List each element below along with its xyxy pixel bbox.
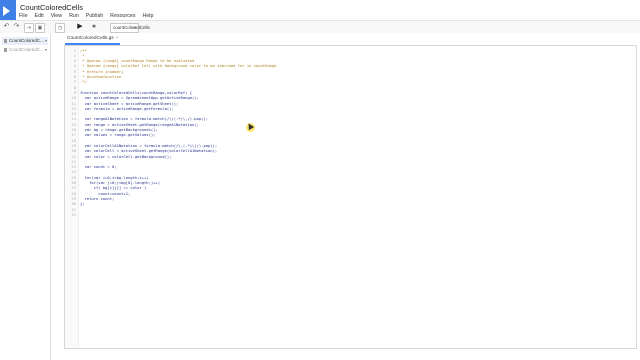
line-number: 30 bbox=[71, 201, 76, 207]
line-number: 7 bbox=[73, 79, 76, 85]
line-number: 31 bbox=[71, 206, 76, 212]
lightbulb-icon[interactable]: ♀ bbox=[143, 23, 150, 31]
menu-publish[interactable]: Publish bbox=[86, 13, 103, 19]
line-number: 14 bbox=[71, 116, 76, 122]
code-line: var rangeA1Notation = formula.match(/\((… bbox=[80, 116, 209, 122]
line-number: 28 bbox=[71, 190, 76, 196]
line-number: 20 bbox=[71, 148, 76, 154]
code-line: * @customfunction bbox=[80, 74, 122, 79]
chevron-down-icon[interactable]: ▾ bbox=[45, 46, 47, 54]
code-line: var formula = activeRange.getFormula(); bbox=[80, 105, 174, 111]
code-line: return count; bbox=[80, 195, 115, 201]
debug-icon[interactable]: ✱ bbox=[90, 23, 98, 31]
menu-file[interactable]: File bbox=[19, 13, 28, 19]
code-editor: CountColoredCells.gs × 1 2 3 4 5 6 7 8 9 10 11 12 13 1… bbox=[51, 33, 640, 360]
line-number: 6 bbox=[73, 74, 76, 79]
menu-edit[interactable]: Edit bbox=[35, 13, 44, 19]
menu-bar: File Edit View Run Publish Resources Hel… bbox=[19, 13, 153, 19]
line-number: 18 bbox=[71, 137, 76, 143]
line-number: 17 bbox=[71, 132, 76, 138]
line-number: 24 bbox=[71, 169, 76, 175]
code-line: function countColoredCells(countRange,co… bbox=[80, 89, 193, 95]
code-line: * @return {number} bbox=[80, 68, 124, 74]
line-number: 1 bbox=[73, 47, 76, 53]
line-number: 11 bbox=[71, 100, 76, 106]
menu-resources[interactable]: Resources bbox=[110, 13, 135, 19]
tab-countcoloredcells-gs[interactable]: CountColoredCells.gs × bbox=[65, 35, 121, 45]
sidebar-file-item[interactable]: CountColoredC... ▾ bbox=[2, 37, 48, 45]
line-number: 22 bbox=[71, 158, 76, 164]
function-select[interactable]: countColoredCells bbox=[110, 22, 150, 33]
line-number: 16 bbox=[71, 127, 76, 132]
triggers-icon[interactable]: ◷ bbox=[55, 23, 65, 33]
file-icon bbox=[4, 38, 7, 43]
indent-icon[interactable]: ⇥ bbox=[24, 23, 34, 33]
close-icon[interactable]: × bbox=[116, 36, 119, 41]
sidebar-file-item[interactable]: CountColoredC... ▾ bbox=[2, 46, 48, 54]
line-number: 27 bbox=[71, 185, 76, 191]
line-number: 19 bbox=[71, 142, 76, 148]
file-name: CountColoredC... bbox=[9, 38, 44, 43]
code-line: * @param {range} countRange Range to be … bbox=[80, 58, 195, 64]
code-line: var color = colorCell.getBackground(); bbox=[80, 153, 172, 159]
code-line: * @param {range} colorRef Cell with back… bbox=[80, 63, 277, 69]
line-number: 13 bbox=[71, 111, 76, 117]
line-number: 26 bbox=[71, 180, 76, 185]
line-number: 2 bbox=[73, 52, 76, 58]
line-number: 3 bbox=[73, 58, 76, 64]
line-number: 10 bbox=[71, 95, 76, 101]
line-number: 4 bbox=[73, 63, 76, 69]
code-line: var colorCell = activeSheet.getRange(col… bbox=[80, 148, 218, 154]
code-line: var range = activeSheet.getRange(rangeA1… bbox=[80, 121, 199, 127]
code-panel[interactable]: 1 2 3 4 5 6 7 8 9 10 11 12 13 14 15 16 17 18 19 20 21 22 23 24 2… bbox=[64, 45, 637, 349]
chevron-down-icon bbox=[134, 26, 136, 29]
chevron-down-icon[interactable]: ▾ bbox=[45, 37, 47, 45]
line-number: 15 bbox=[71, 121, 76, 127]
line-number: 25 bbox=[71, 174, 76, 180]
menu-view[interactable]: View bbox=[51, 13, 62, 19]
run-icon[interactable]: ▶ bbox=[76, 23, 84, 31]
line-number: 8 bbox=[73, 84, 76, 90]
code-line: for(var j=0;j<bg[0].length;j++) bbox=[80, 180, 161, 185]
code-line: var bg = range.getBackgrounds(); bbox=[80, 127, 158, 132]
code-line: /** bbox=[80, 47, 87, 53]
line-number: 12 bbox=[71, 105, 76, 111]
code-line: if( bg[i][j] == color ) bbox=[80, 185, 147, 191]
save-icon[interactable]: ▣ bbox=[35, 23, 45, 33]
line-number: 29 bbox=[71, 195, 76, 201]
line-number: 32 bbox=[71, 211, 76, 217]
line-number-gutter: 1 2 3 4 5 6 7 8 9 10 11 12 13 14 15 16 17 18 19 20 21 22 23 24 2… bbox=[65, 46, 79, 348]
file-icon bbox=[4, 47, 7, 52]
apps-script-logo-icon[interactable] bbox=[0, 0, 16, 22]
code-line: var values = range.getValues(); bbox=[80, 132, 156, 138]
code-line: var activeSheet = activeRange.getSheet()… bbox=[80, 100, 179, 106]
line-number: 23 bbox=[71, 164, 76, 170]
undo-icon[interactable]: ↶ bbox=[3, 23, 10, 31]
code-line: var activeRange = SpreadsheetApp.getActi… bbox=[80, 95, 199, 101]
line-number: 21 bbox=[71, 153, 76, 159]
code-line: * bbox=[80, 52, 85, 58]
line-number: 5 bbox=[73, 68, 76, 74]
code-line: for(var i=0;i<bg.length;i++) bbox=[80, 174, 149, 180]
project-title[interactable]: CountColoredCells bbox=[20, 3, 83, 12]
code-line: */ bbox=[80, 79, 87, 85]
redo-icon[interactable]: ↷ bbox=[13, 23, 20, 31]
menu-run[interactable]: Run bbox=[69, 13, 79, 19]
code-line: var count = 0; bbox=[80, 164, 117, 170]
line-number: 9 bbox=[73, 89, 76, 95]
file-name: CountColoredC... bbox=[9, 47, 44, 52]
menu-help[interactable]: Help bbox=[143, 13, 154, 19]
tab-label: CountColoredCells.gs bbox=[67, 36, 114, 41]
file-sidebar: CountColoredC... ▾ CountColoredC... ▾ bbox=[0, 33, 51, 360]
code-line: var colorCellA1Notation = formula.match(… bbox=[80, 142, 218, 148]
code-line: }; bbox=[80, 201, 85, 207]
code-line: count=count+1; bbox=[80, 190, 131, 196]
